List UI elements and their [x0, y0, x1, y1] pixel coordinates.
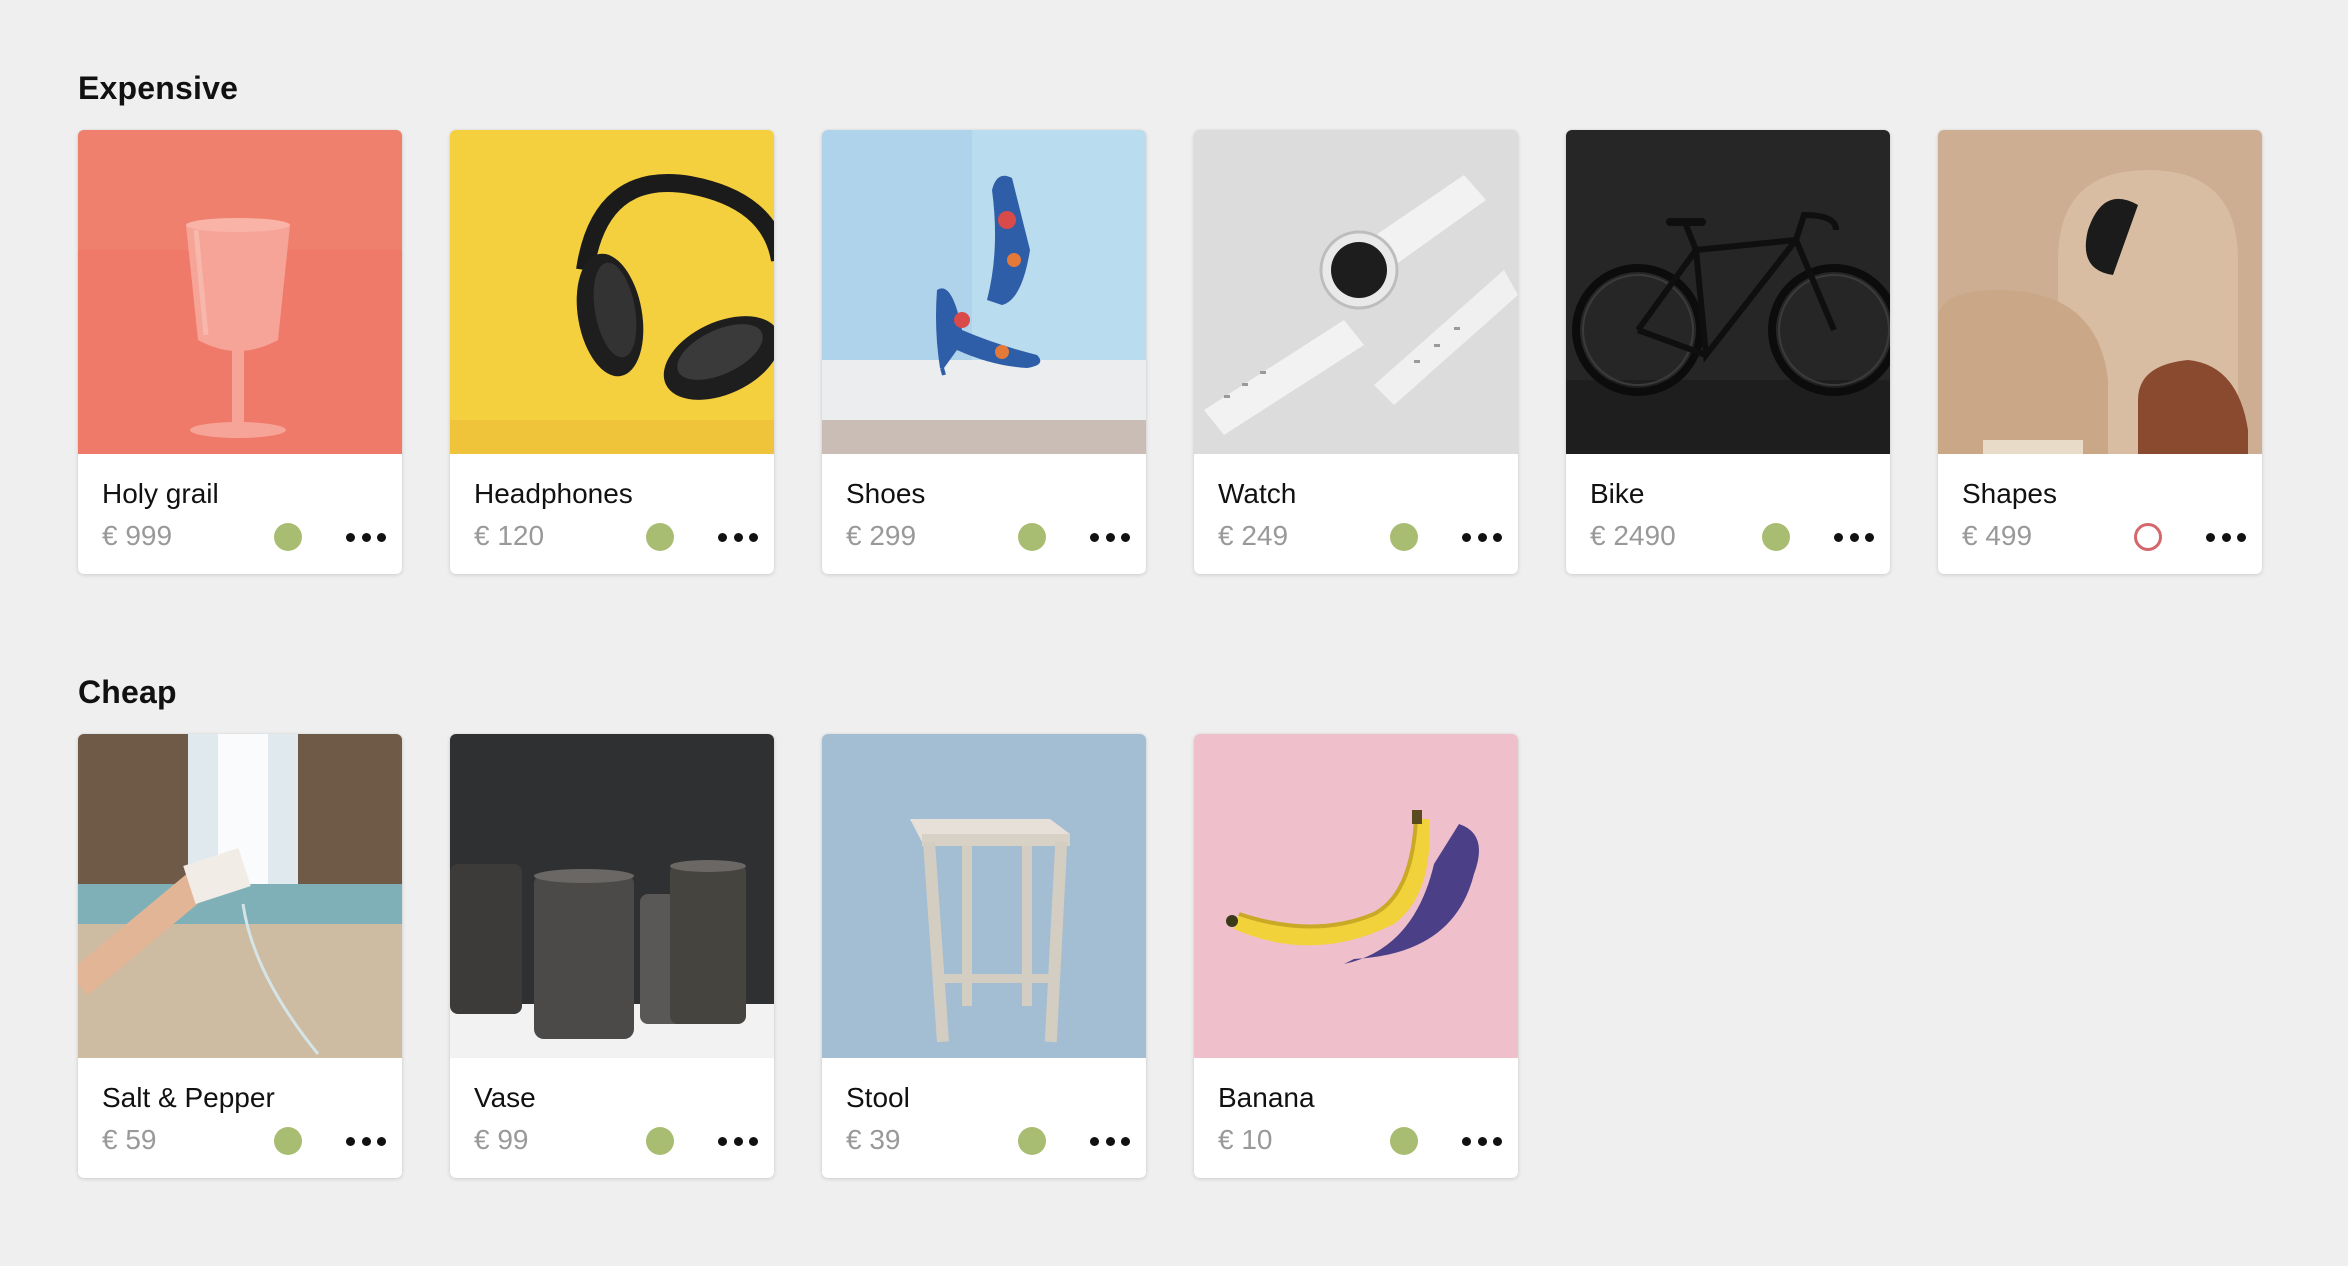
- availability-indicator: [1390, 523, 1418, 551]
- more-options-icon[interactable]: [1090, 1126, 1130, 1156]
- product-name: Salt & Pepper: [102, 1082, 275, 1113]
- product-image: [1938, 130, 2262, 454]
- availability-indicator: [1762, 523, 1790, 551]
- product-price: € 249: [1218, 520, 1289, 551]
- product-name: Shoes: [846, 478, 926, 509]
- product-image: [78, 130, 402, 454]
- availability-indicator: [1390, 1127, 1418, 1155]
- product-image: [450, 130, 774, 454]
- section-expensive: Expensive Holy grail € 999 Headphones € …: [78, 72, 2262, 574]
- section-title: Expensive: [78, 70, 239, 106]
- more-options-icon[interactable]: [1090, 522, 1130, 552]
- availability-indicator: [274, 1127, 302, 1155]
- product-card[interactable]: Salt & Pepper € 59: [78, 734, 402, 1178]
- product-price: € 39: [846, 1124, 901, 1155]
- product-image: [1566, 130, 1890, 454]
- more-options-icon[interactable]: [346, 1126, 386, 1156]
- section-cheap: Cheap Salt & Pepper € 59 Vase € 99 Stool…: [78, 676, 1518, 1178]
- product-price: € 499: [1962, 520, 2033, 551]
- product-name: Holy grail: [102, 478, 219, 509]
- product-image: [822, 130, 1146, 454]
- product-name: Vase: [474, 1082, 536, 1113]
- product-image: [450, 734, 774, 1058]
- product-card[interactable]: Watch € 249: [1194, 130, 1518, 574]
- product-card[interactable]: Bike € 2490: [1566, 130, 1890, 574]
- section-title: Cheap: [78, 674, 177, 710]
- availability-indicator: [1018, 1127, 1046, 1155]
- product-name: Watch: [1218, 478, 1297, 509]
- product-price: € 299: [846, 520, 917, 551]
- product-price: € 120: [474, 520, 545, 551]
- product-name: Banana: [1218, 1082, 1315, 1113]
- availability-indicator: [646, 523, 674, 551]
- product-name: Headphones: [474, 478, 633, 509]
- product-card[interactable]: Headphones € 120: [450, 130, 774, 574]
- product-name: Shapes: [1962, 478, 2057, 509]
- product-image: [1194, 734, 1518, 1058]
- product-card[interactable]: Vase € 99: [450, 734, 774, 1178]
- product-card[interactable]: Stool € 39: [822, 734, 1146, 1178]
- product-price: € 59: [102, 1124, 157, 1155]
- more-options-icon[interactable]: [1834, 522, 1874, 552]
- product-price: € 2490: [1590, 520, 1676, 551]
- availability-indicator: [2134, 523, 2162, 551]
- product-image: [1194, 130, 1518, 454]
- more-options-icon[interactable]: [346, 522, 386, 552]
- product-card[interactable]: Shoes € 299: [822, 130, 1146, 574]
- product-image: [822, 734, 1146, 1058]
- more-options-icon[interactable]: [718, 1126, 758, 1156]
- more-options-icon[interactable]: [2206, 522, 2246, 552]
- product-price: € 999: [102, 520, 173, 551]
- product-card[interactable]: Shapes € 499: [1938, 130, 2262, 574]
- product-price: € 10: [1218, 1124, 1273, 1155]
- more-options-icon[interactable]: [1462, 522, 1502, 552]
- product-image: [78, 734, 402, 1058]
- product-name: Stool: [846, 1082, 910, 1113]
- product-card[interactable]: Banana € 10: [1194, 734, 1518, 1178]
- availability-indicator: [274, 523, 302, 551]
- more-options-icon[interactable]: [718, 522, 758, 552]
- product-name: Bike: [1590, 478, 1645, 509]
- more-options-icon[interactable]: [1462, 1126, 1502, 1156]
- product-card[interactable]: Holy grail € 999: [78, 130, 402, 574]
- product-price: € 99: [474, 1124, 529, 1155]
- availability-indicator: [1018, 523, 1046, 551]
- product-grid: Salt & Pepper € 59 Vase € 99 Stool € 39 …: [78, 734, 1518, 1178]
- availability-indicator: [646, 1127, 674, 1155]
- product-grid: Holy grail € 999 Headphones € 120 Shoes …: [78, 130, 2262, 574]
